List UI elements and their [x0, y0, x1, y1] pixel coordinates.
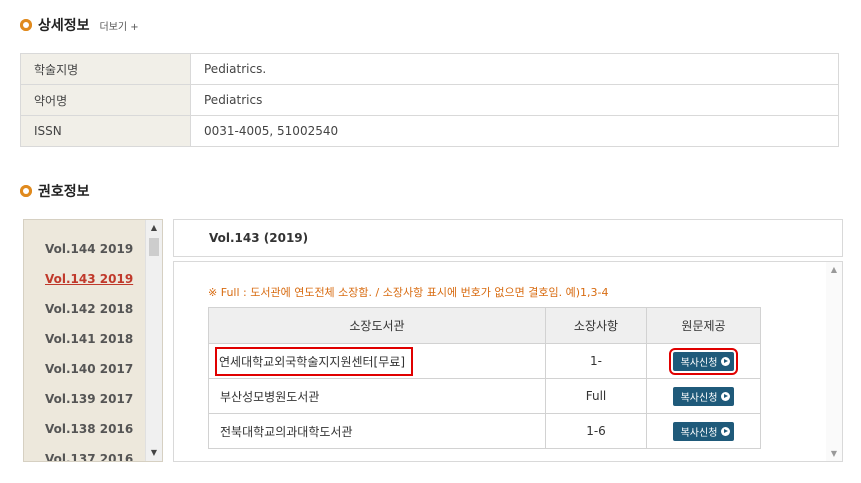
holdings-table: 소장도서관 소장사항 원문제공 연세대학교외국학술지지원센터[무료] 1- 복사…: [208, 307, 761, 449]
table-row: 연세대학교외국학술지지원센터[무료] 1- 복사신청: [208, 343, 761, 379]
holding-cell: 1-: [545, 343, 647, 379]
provide-cell: 복사신청: [646, 343, 761, 379]
scroll-down-icon[interactable]: ▼: [146, 445, 162, 461]
journal-info-table: 학술지명 Pediatrics. 약어명 Pediatrics ISSN 003…: [20, 53, 839, 147]
section-bullet-icon: [20, 19, 32, 31]
detail-section-title: 상세정보: [38, 18, 90, 34]
table-row: 부산성모병원도서관 Full 복사신청: [208, 378, 761, 414]
info-row: 약어명 Pediatrics: [20, 84, 839, 116]
volume-item[interactable]: Vol.144 2019: [24, 234, 144, 264]
volume-item[interactable]: Vol.140 2017: [24, 354, 144, 384]
copy-request-label: 복사신청: [680, 392, 718, 404]
info-value: Pediatrics.: [190, 53, 839, 85]
info-row: ISSN 0031-4005, 51002540: [20, 115, 839, 147]
column-header: 소장도서관: [208, 307, 546, 344]
info-value: 0031-4005, 51002540: [190, 115, 839, 147]
volume-item[interactable]: Vol.138 2016: [24, 414, 144, 444]
volume-section-title: 권호정보: [38, 184, 90, 200]
arrow-circle-icon: [721, 356, 731, 366]
info-key: 학술지명: [20, 53, 191, 85]
library-name: 연세대학교외국학술지지원센터[무료]: [215, 346, 414, 376]
holdings-header-row: 소장도서관 소장사항 원문제공: [208, 307, 761, 344]
arrow-circle-icon: [721, 426, 731, 436]
copy-request-label: 복사신청: [680, 357, 718, 369]
volume-item[interactable]: Vol.137 2016: [24, 444, 144, 461]
holding-cell: Full: [545, 378, 647, 414]
column-header: 소장사항: [545, 307, 647, 344]
volume-section-header: 권호정보: [20, 181, 90, 201]
provide-cell: 복사신청: [646, 413, 761, 449]
column-header: 원문제공: [646, 307, 761, 344]
info-key: ISSN: [20, 115, 191, 147]
copy-request-button[interactable]: 복사신청: [672, 421, 735, 441]
volume-item[interactable]: Vol.142 2018: [24, 294, 144, 324]
info-value: Pediatrics: [190, 84, 839, 116]
info-key: 약어명: [20, 84, 191, 116]
selected-volume-label: Vol.143 (2019): [209, 231, 309, 245]
section-bullet-icon: [20, 185, 32, 197]
scroll-up-icon[interactable]: ▲: [146, 220, 162, 236]
library-name: 부산성모병원도서관: [208, 378, 546, 414]
scroll-thumb[interactable]: [149, 238, 159, 256]
volume-list-panel: Vol.144 2019 Vol.143 2019 Vol.142 2018 V…: [23, 219, 163, 462]
detail-section-header: 상세정보 더보기 +: [20, 15, 139, 35]
volume-list: Vol.144 2019 Vol.143 2019 Vol.142 2018 V…: [24, 234, 144, 461]
provide-cell: 복사신청: [646, 378, 761, 414]
holdings-panel: ※ Full : 도서관에 연도전체 소장함. / 소장사항 표시에 번호가 없…: [173, 261, 843, 462]
scroll-down-icon[interactable]: ▼: [826, 449, 842, 458]
copy-request-button[interactable]: 복사신청: [672, 386, 735, 406]
library-name: 전북대학교의과대학도서관: [208, 413, 546, 449]
arrow-circle-icon: [721, 391, 731, 401]
selected-volume-header: Vol.143 (2019): [173, 219, 843, 257]
scroll-up-icon[interactable]: ▲: [826, 265, 842, 274]
holdings-notice: ※ Full : 도서관에 연도전체 소장함. / 소장사항 표시에 번호가 없…: [208, 286, 609, 299]
holdings-scrollbar[interactable]: ▲ ▼: [826, 262, 842, 461]
volume-item-selected[interactable]: Vol.143 2019: [24, 264, 144, 294]
library-cell: 연세대학교외국학술지지원센터[무료]: [208, 343, 546, 379]
holding-cell: 1-6: [545, 413, 647, 449]
more-link[interactable]: 더보기 +: [100, 18, 139, 33]
copy-request-button[interactable]: 복사신청: [668, 347, 739, 375]
volume-list-scrollbar[interactable]: ▲ ▼: [145, 220, 162, 461]
info-row: 학술지명 Pediatrics.: [20, 53, 839, 85]
volume-item[interactable]: Vol.141 2018: [24, 324, 144, 354]
table-row: 전북대학교의과대학도서관 1-6 복사신청: [208, 413, 761, 449]
volume-item[interactable]: Vol.139 2017: [24, 384, 144, 414]
copy-request-label: 복사신청: [680, 427, 718, 439]
